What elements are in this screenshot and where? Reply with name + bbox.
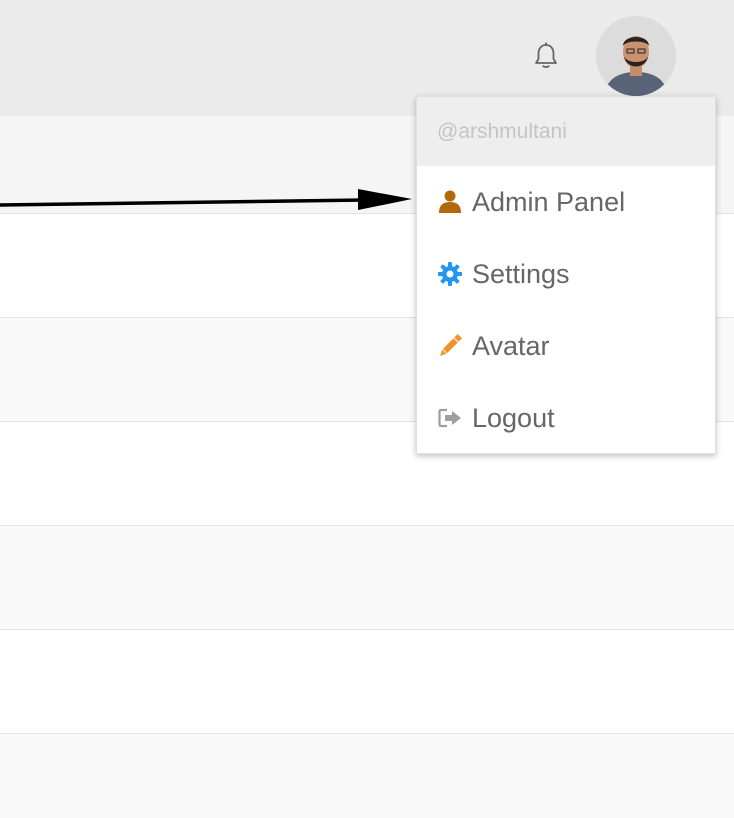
menu-item-label: Logout bbox=[472, 402, 555, 433]
page: @arshmultani Admin Panel Settings Avatar… bbox=[0, 0, 734, 818]
menu-item-admin-panel[interactable]: Admin Panel bbox=[417, 166, 715, 238]
list-row bbox=[0, 630, 734, 734]
avatar-photo bbox=[596, 16, 676, 96]
user-icon bbox=[439, 190, 461, 213]
list-row bbox=[0, 734, 734, 818]
bell-icon[interactable] bbox=[530, 40, 562, 72]
list-row bbox=[0, 526, 734, 630]
menu-item-settings[interactable]: Settings bbox=[417, 238, 715, 310]
menu-item-label: Avatar bbox=[472, 330, 550, 361]
annotation-arrow bbox=[0, 189, 412, 210]
menu-item-label: Settings bbox=[472, 258, 570, 289]
menu-item-label: Admin Panel bbox=[472, 186, 626, 217]
dropdown-username: @arshmultani bbox=[417, 97, 715, 166]
gear-icon bbox=[438, 262, 462, 286]
avatar[interactable] bbox=[596, 16, 676, 96]
pencil-icon bbox=[440, 333, 463, 356]
menu-item-logout[interactable]: Logout bbox=[417, 382, 715, 454]
menu-item-avatar[interactable]: Avatar bbox=[417, 310, 715, 382]
user-dropdown-menu: @arshmultani Admin Panel Settings Avatar… bbox=[416, 96, 716, 454]
sign-out-icon bbox=[438, 408, 461, 428]
